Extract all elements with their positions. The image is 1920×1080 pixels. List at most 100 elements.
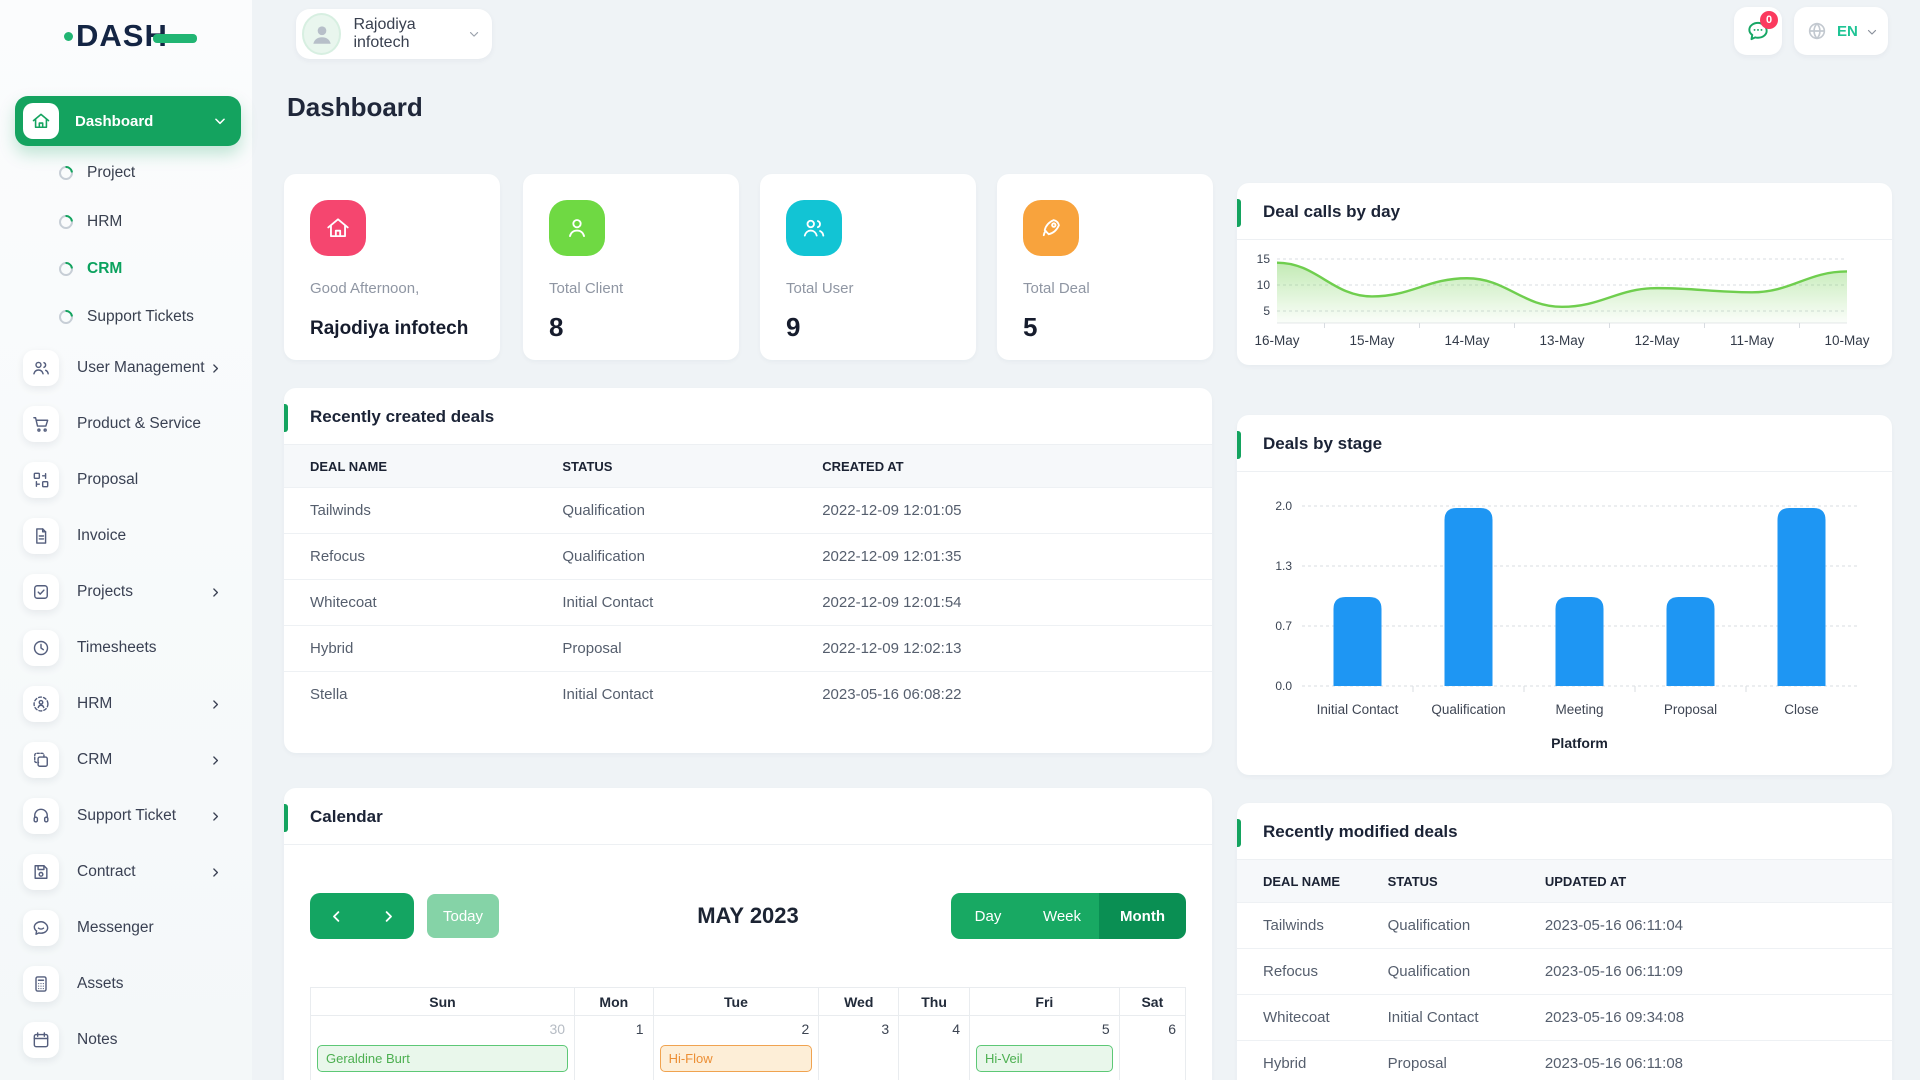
svg-text:14-May: 14-May xyxy=(1444,333,1489,348)
floppy-icon xyxy=(23,854,59,890)
invoice-icon xyxy=(23,518,59,554)
messages-button[interactable]: 0 xyxy=(1734,7,1782,55)
calendar-event[interactable]: Hi-Veil xyxy=(976,1045,1113,1072)
calendar-event[interactable]: Hi-Flow xyxy=(659,1045,813,1072)
accent-bar xyxy=(1237,819,1241,847)
sidebar-item-assets[interactable]: Assets xyxy=(0,961,252,1007)
calendar-day-cell[interactable]: 5 Hi-Veil xyxy=(969,1015,1120,1080)
bullet-icon xyxy=(56,259,76,279)
stat-value: Rajodiya infotech xyxy=(310,318,469,339)
table-cell: 2022-12-09 12:01:05 xyxy=(822,487,1212,534)
date-number: 6 xyxy=(1168,1021,1176,1037)
table-cell: 2023-05-16 06:11:08 xyxy=(1544,1040,1892,1080)
calendar-view-month[interactable]: Month xyxy=(1099,893,1186,939)
table-row: Whitecoat Initial Contact 2023-05-16 09:34… xyxy=(1237,994,1892,1041)
svg-text:13-May: 13-May xyxy=(1539,333,1584,348)
sidebar-item-support-ticket[interactable]: Support Ticket xyxy=(0,793,252,839)
chevron-down-icon xyxy=(468,28,480,41)
sidebar-subitem-project[interactable]: Project xyxy=(0,162,135,184)
prev-month-button[interactable] xyxy=(310,893,362,939)
column-header: STATUS xyxy=(1387,873,1438,889)
calendar-icon xyxy=(23,1022,59,1058)
calendar-view-week[interactable]: Week xyxy=(1025,893,1099,939)
next-month-button[interactable] xyxy=(362,893,414,939)
calendar-day-cell[interactable]: 30 Geraldine Burt xyxy=(309,1015,576,1080)
sidebar-item-projects[interactable]: Projects xyxy=(0,569,252,615)
table-cell: Stella xyxy=(284,671,563,717)
calendar-day-cell[interactable]: 3 xyxy=(818,1015,900,1080)
table-cell: Refocus xyxy=(284,533,563,580)
accent-bar xyxy=(1237,199,1241,227)
svg-text:12-May: 12-May xyxy=(1634,333,1679,348)
day-header: Tue xyxy=(652,987,820,1016)
company-selector[interactable]: Rajodiya infotech xyxy=(296,9,492,59)
day-header: Wed xyxy=(818,987,900,1016)
calendar-controls: Today MAY 2023 Day Week Month xyxy=(310,893,1186,939)
sidebar-item-user-management[interactable]: User Management xyxy=(0,345,252,391)
sidebar-item-messenger[interactable]: Messenger xyxy=(0,905,252,951)
accent-bar xyxy=(284,804,288,832)
calendar-day-cell[interactable]: 2 Hi-Flow xyxy=(652,1015,820,1080)
sidebar-item-label: HRM xyxy=(77,695,113,712)
calendar-week-row: 30 Geraldine Burt 1 2 Hi-Flow 3 4 5 Hi-V… xyxy=(309,1015,1187,1080)
calendar-view-day[interactable]: Day xyxy=(951,893,1025,939)
calculator-icon xyxy=(23,966,59,1002)
sidebar-item-crm[interactable]: CRM xyxy=(0,737,252,783)
sidebar: DASH Dashboard Project HRM CRM Support T… xyxy=(0,0,252,1080)
calendar-day-cell[interactable]: 4 xyxy=(898,1015,970,1080)
table-cell: Proposal xyxy=(562,625,823,672)
sidebar-item-proposal[interactable]: Proposal xyxy=(0,457,252,503)
table-row: Tailwinds Qualification 2023-05-16 06:11:0… xyxy=(1237,902,1892,949)
sidebar-item-dashboard[interactable]: Dashboard xyxy=(15,96,241,146)
logo-dot-icon xyxy=(64,31,73,41)
table-cell: 2023-05-16 06:11:04 xyxy=(1544,902,1892,949)
table-row: Whitecoat Initial Contact 2022-12-09 12:01… xyxy=(284,579,1212,626)
date-number: 5 xyxy=(1101,1021,1110,1037)
stat-card-good-afternoon: Good Afternoon, Rajodiya infotech xyxy=(284,174,500,360)
svg-text:1.3: 1.3 xyxy=(1275,559,1292,573)
day-header: Sat xyxy=(1118,987,1187,1016)
calendar-view-switcher: Day Week Month xyxy=(951,893,1186,939)
sidebar-item-product-service[interactable]: Product & Service xyxy=(0,401,252,447)
svg-text:5: 5 xyxy=(1263,304,1270,318)
table-cell: Qualification xyxy=(1387,948,1545,995)
sidebar-item-label: Proposal xyxy=(77,471,139,488)
calendar-nav-group xyxy=(310,893,414,939)
calendar-event[interactable]: Geraldine Burt xyxy=(317,1045,569,1072)
calendar-day-cell[interactable]: 6 xyxy=(1118,1015,1187,1080)
page-title: Dashboard xyxy=(287,92,423,122)
table-row: Hybrid Proposal 2022-12-09 12:02:13 xyxy=(284,625,1212,672)
sidebar-item-notes[interactable]: Notes xyxy=(0,1017,252,1063)
sidebar-item-invoice[interactable]: Invoice xyxy=(0,513,252,559)
card-title: Calendar xyxy=(310,807,383,826)
globe-icon xyxy=(1806,20,1828,42)
day-header: Thu xyxy=(898,987,970,1016)
language-selector[interactable]: EN xyxy=(1794,7,1888,55)
headset-icon xyxy=(23,798,59,834)
sidebar-subitem-label: Support Tickets xyxy=(87,308,194,325)
sidebar-subitem-hrm[interactable]: HRM xyxy=(0,211,122,233)
table-cell: Hybrid xyxy=(1237,1040,1388,1080)
table-row: Refocus Qualification 2022-12-09 12:01:35 xyxy=(284,533,1212,580)
stat-card-total-user: Total User 9 xyxy=(760,174,976,360)
app-logo[interactable]: DASH xyxy=(64,18,197,54)
table-cell: Initial Contact xyxy=(562,579,823,626)
deals-by-stage-card: Deals by stage 0.0 0.7 1.3 2.0 Initial Conta… xyxy=(1237,415,1892,775)
card-title: Recently created deals xyxy=(310,407,495,426)
sidebar-subitem-crm[interactable]: CRM xyxy=(0,258,122,280)
table-cell: Tailwinds xyxy=(1237,902,1388,949)
sidebar-item-contract[interactable]: Contract xyxy=(0,849,252,895)
sidebar-item-timesheets[interactable]: Timesheets xyxy=(0,625,252,671)
sidebar-item-hrm[interactable]: HRM xyxy=(0,681,252,727)
sidebar-subitem-support-tickets[interactable]: Support Tickets xyxy=(0,306,194,328)
stat-card-total-client: Total Client 8 xyxy=(523,174,739,360)
chevron-right-icon xyxy=(209,362,222,375)
sidebar-subitem-label: HRM xyxy=(87,213,123,230)
sidebar-item-label: Notes xyxy=(77,1031,118,1048)
clock-icon xyxy=(23,630,59,666)
sidebar-subitem-label: CRM xyxy=(87,260,123,277)
calendar-day-cell[interactable]: 1 xyxy=(574,1015,654,1080)
company-name: Rajodiya infotech xyxy=(353,16,416,51)
notification-badge: 0 xyxy=(1760,11,1778,29)
today-button[interactable]: Today xyxy=(427,894,499,938)
